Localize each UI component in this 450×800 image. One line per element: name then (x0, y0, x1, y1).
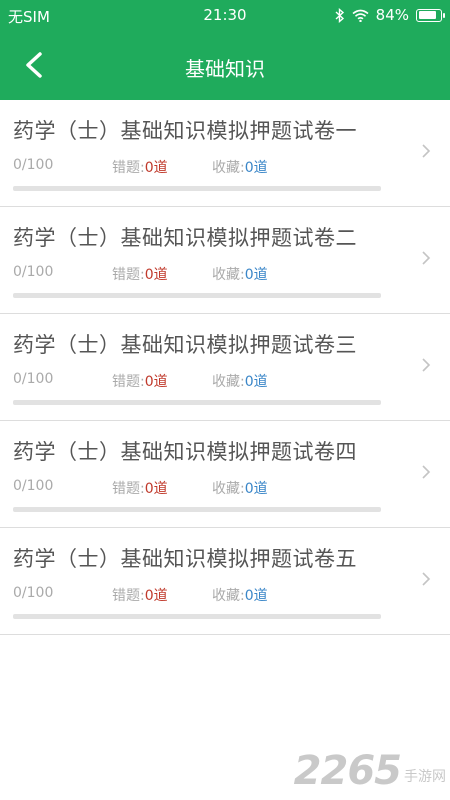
progress-count: 0/100 (13, 478, 54, 494)
progress-count: 0/100 (13, 157, 54, 173)
exam-list: 药学（士）基础知识模拟押题试卷一 0/100 错题:0道 收藏:0道 药学（士）… (0, 100, 450, 635)
favorite-count: 收藏:0道 (212, 264, 268, 284)
exam-list-item[interactable]: 药学（士）基础知识模拟押题试卷一 0/100 错题:0道 收藏:0道 (0, 100, 450, 207)
wrong-label: 错题: (112, 481, 145, 497)
exam-title: 药学（士）基础知识模拟押题试卷四 (13, 440, 357, 464)
exam-list-item[interactable]: 药学（士）基础知识模拟押题试卷二 0/100 错题:0道 收藏:0道 (0, 207, 450, 314)
progress-count: 0/100 (13, 371, 54, 387)
favorite-label: 收藏: (212, 267, 245, 283)
exam-title: 药学（士）基础知识模拟押题试卷一 (13, 119, 357, 143)
exam-list-item[interactable]: 药学（士）基础知识模拟押题试卷四 0/100 错题:0道 收藏:0道 (0, 421, 450, 528)
wrong-value: 0道 (144, 267, 168, 283)
wrong-value: 0道 (144, 588, 168, 604)
chevron-right-icon (422, 572, 431, 586)
status-bar: 无SIM 21:30 84% (0, 0, 450, 30)
exam-title: 药学（士）基础知识模拟押题试卷三 (13, 333, 357, 357)
favorite-count: 收藏:0道 (212, 585, 268, 605)
wrong-label: 错题: (112, 374, 145, 390)
favorite-value: 0道 (244, 374, 268, 390)
progress-bar (13, 400, 381, 405)
bluetooth-icon (335, 7, 344, 23)
chevron-right-icon (422, 358, 431, 372)
battery-percent: 84% (375, 6, 409, 24)
progress-count: 0/100 (13, 585, 54, 601)
wrong-count: 错题:0道 (112, 371, 168, 391)
wrong-label: 错题: (112, 588, 145, 604)
favorite-value: 0道 (244, 160, 268, 176)
watermark-logo: 2265 手游网 (294, 748, 446, 794)
progress-bar (13, 614, 381, 619)
favorite-value: 0道 (244, 588, 268, 604)
progress-bar (13, 507, 381, 512)
favorite-value: 0道 (244, 481, 268, 497)
exam-title: 药学（士）基础知识模拟押题试卷二 (13, 226, 357, 250)
wifi-icon (352, 9, 369, 22)
favorite-value: 0道 (244, 267, 268, 283)
exam-list-item[interactable]: 药学（士）基础知识模拟押题试卷五 0/100 错题:0道 收藏:0道 (0, 528, 450, 635)
battery-fill (418, 11, 437, 19)
progress-count: 0/100 (13, 264, 54, 280)
wrong-count: 错题:0道 (112, 585, 168, 605)
wrong-count: 错题:0道 (112, 478, 168, 498)
wrong-count: 错题:0道 (112, 264, 168, 284)
chevron-right-icon (422, 251, 431, 265)
progress-bar (13, 186, 381, 191)
favorite-count: 收藏:0道 (212, 371, 268, 391)
watermark-text: 手游网 (404, 769, 446, 785)
wrong-label: 错题: (112, 160, 145, 176)
exam-title: 药学（士）基础知识模拟押题试卷五 (13, 547, 357, 571)
chevron-right-icon (422, 465, 431, 479)
wrong-count: 错题:0道 (112, 157, 168, 177)
status-icons: 84% (335, 6, 445, 24)
wrong-value: 0道 (144, 481, 168, 497)
progress-bar (13, 293, 381, 298)
favorite-count: 收藏:0道 (212, 478, 268, 498)
exam-list-item[interactable]: 药学（士）基础知识模拟押题试卷三 0/100 错题:0道 收藏:0道 (0, 314, 450, 421)
favorite-count: 收藏:0道 (212, 157, 268, 177)
chevron-right-icon (422, 144, 431, 158)
wrong-value: 0道 (144, 374, 168, 390)
favorite-label: 收藏: (212, 374, 245, 390)
favorite-label: 收藏: (212, 588, 245, 604)
battery-icon (416, 8, 445, 22)
wrong-value: 0道 (144, 160, 168, 176)
page-title: 基础知识 (185, 57, 265, 81)
favorite-label: 收藏: (212, 160, 245, 176)
watermark-number: 2265 (293, 748, 402, 794)
wrong-label: 错题: (112, 267, 145, 283)
favorite-label: 收藏: (212, 481, 245, 497)
navigation-bar: 基础知识 (0, 30, 450, 100)
